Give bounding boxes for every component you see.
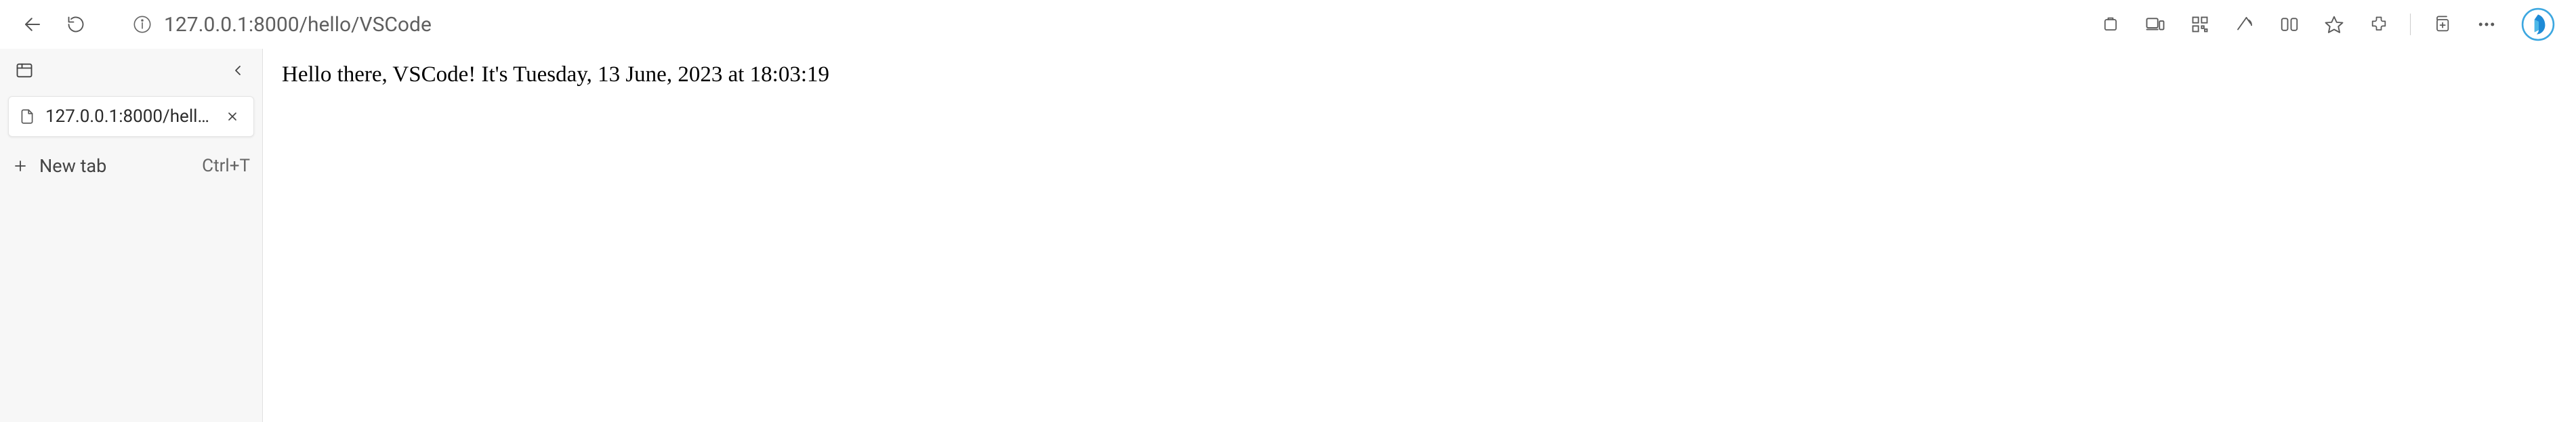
plus-icon [12,158,28,174]
collapse-sidebar-button[interactable] [223,56,253,85]
new-tab-shortcut: Ctrl+T [202,156,250,176]
new-tab-button[interactable]: New tab Ctrl+T [0,146,262,186]
collections-icon[interactable] [2426,8,2458,41]
page-icon [18,108,36,125]
site-info-icon[interactable] [133,15,152,34]
browser-toolbar: 127.0.0.1:8000/hello/VSCode [0,0,2576,49]
tab-title: 127.0.0.1:8000/hello/VSCode [45,106,211,127]
address-bar[interactable]: 127.0.0.1:8000/hello/VSCode [121,7,595,42]
new-tab-label: New tab [39,155,191,177]
close-tab-button[interactable] [221,105,244,128]
read-aloud-icon[interactable] [2228,8,2261,41]
tab-actions-icon[interactable] [9,56,39,85]
device-icon[interactable] [2139,8,2172,41]
qr-icon[interactable] [2184,8,2216,41]
toolbar-divider [2410,14,2411,35]
vertical-tabs-sidebar: 127.0.0.1:8000/hello/VSCode New tab Ctrl… [0,49,263,422]
favorite-icon[interactable] [2318,8,2350,41]
toolbar-actions [2094,5,2562,43]
page-body-text: Hello there, VSCode! It's Tuesday, 13 Ju… [282,62,2557,87]
page-content: Hello there, VSCode! It's Tuesday, 13 Ju… [263,49,2576,422]
main-area: 127.0.0.1:8000/hello/VSCode New tab Ctrl… [0,49,2576,422]
refresh-button[interactable] [57,5,95,43]
split-screen-icon[interactable] [2273,8,2306,41]
address-text[interactable]: 127.0.0.1:8000/hello/VSCode [164,13,432,37]
bing-chat-button[interactable] [2519,5,2557,43]
sidebar-header [0,49,262,92]
app-mode-icon[interactable] [2094,8,2127,41]
extensions-icon[interactable] [2363,8,2395,41]
more-menu-icon[interactable] [2470,8,2503,41]
back-button[interactable] [14,5,51,43]
active-tab[interactable]: 127.0.0.1:8000/hello/VSCode [8,96,254,137]
